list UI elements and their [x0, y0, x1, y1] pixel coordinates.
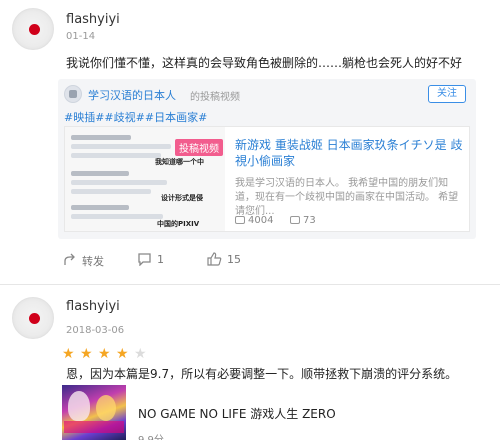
- star-filled-icon: ★: [116, 346, 129, 362]
- star-filled-icon: ★: [98, 346, 111, 362]
- danmaku-count-value: 73: [303, 215, 316, 226]
- danmaku-count: 73: [290, 215, 316, 226]
- comment-count: 1: [157, 253, 164, 266]
- thumbs-up-icon: [207, 252, 222, 266]
- repost-type-label: 的投稿视频: [190, 92, 240, 103]
- repost-author-avatar[interactable]: [64, 85, 82, 103]
- play-icon: [235, 216, 245, 224]
- video-title[interactable]: 新游戏 重装战姬 日本画家玖条イチソ是 歧視小偷画家: [235, 137, 463, 169]
- post-date: 01-14: [66, 31, 96, 42]
- username[interactable]: flashyiyi: [66, 299, 120, 314]
- play-count-value: 4004: [248, 215, 274, 226]
- repost-header: 学习汉语的日本人 的投稿视频 关注: [64, 85, 470, 105]
- video-description: 我是学习汉语的日本人。 我希望中国的朋友们知道，现在有一个歧视中国的画家在中国活…: [235, 178, 459, 217]
- repost-label: 转发: [82, 255, 104, 268]
- repost-button[interactable]: 转发: [62, 252, 112, 268]
- thumb-text-2: 设计形式是侵: [161, 194, 203, 202]
- star-half-icon: ★: [134, 346, 147, 362]
- follow-button[interactable]: 关注: [428, 85, 466, 103]
- action-bar: 转发 1 15: [62, 252, 282, 268]
- video-card[interactable]: 我知道哪一个中 设计形式是侵 中国的PIXIV 投稿视频 新游戏 重装战姬 日本…: [64, 126, 470, 232]
- post-date: 2018-03-06: [66, 325, 125, 336]
- thumb-text-3: 中国的PIXIV: [157, 220, 200, 228]
- star-filled-icon: ★: [62, 346, 75, 362]
- game-score: 9.9分: [138, 431, 164, 440]
- video-badge: 投稿视频: [175, 139, 223, 156]
- review-post: flashyiyi 2018-03-06 ★ ★ ★ ★ ★ 恩，因为本篇是9.…: [0, 285, 500, 440]
- game-title[interactable]: NO GAME NO LIFE 游戏人生 ZERO: [138, 405, 336, 422]
- repost-author-name[interactable]: 学习汉语的日本人: [88, 87, 176, 103]
- avatar[interactable]: [12, 297, 54, 339]
- like-count: 15: [227, 253, 241, 266]
- danmaku-icon: [290, 216, 300, 224]
- comment-button[interactable]: 1: [137, 252, 177, 268]
- username[interactable]: flashyiyi: [66, 12, 120, 27]
- review-text: 恩，因为本篇是9.7，所以有必要调整一下。顺带拯救下崩溃的评分系统。: [66, 367, 458, 381]
- play-count: 4004: [235, 215, 273, 226]
- avatar-dot-icon: [29, 313, 40, 324]
- thumb-text-1: 我知道哪一个中: [155, 158, 204, 166]
- topic-tags[interactable]: #映插##歧视##日本画家#: [64, 109, 207, 125]
- comment-icon: [138, 253, 151, 266]
- avatar[interactable]: [12, 8, 54, 50]
- comment-post: flashyiyi 01-14 我说你们懂不懂，这样真的会导致角色被删除的……躺…: [0, 0, 500, 285]
- repost-card[interactable]: 学习汉语的日本人 的投稿视频 关注 #映插##歧视##日本画家# 我知道哪一个中…: [58, 79, 476, 239]
- share-icon: [64, 253, 75, 265]
- game-cover-image[interactable]: [62, 385, 126, 440]
- star-filled-icon: ★: [80, 346, 93, 362]
- comment-text: 我说你们懂不懂，这样真的会导致角色被删除的……躺枪也会死人的好不好: [66, 56, 463, 70]
- game-card[interactable]: NO GAME NO LIFE 游戏人生 ZERO 9.9分: [62, 385, 482, 440]
- like-button[interactable]: 15: [207, 252, 247, 268]
- avatar-dot-icon: [29, 24, 40, 35]
- video-thumbnail[interactable]: 我知道哪一个中 设计形式是侵 中国的PIXIV 投稿视频: [65, 127, 225, 231]
